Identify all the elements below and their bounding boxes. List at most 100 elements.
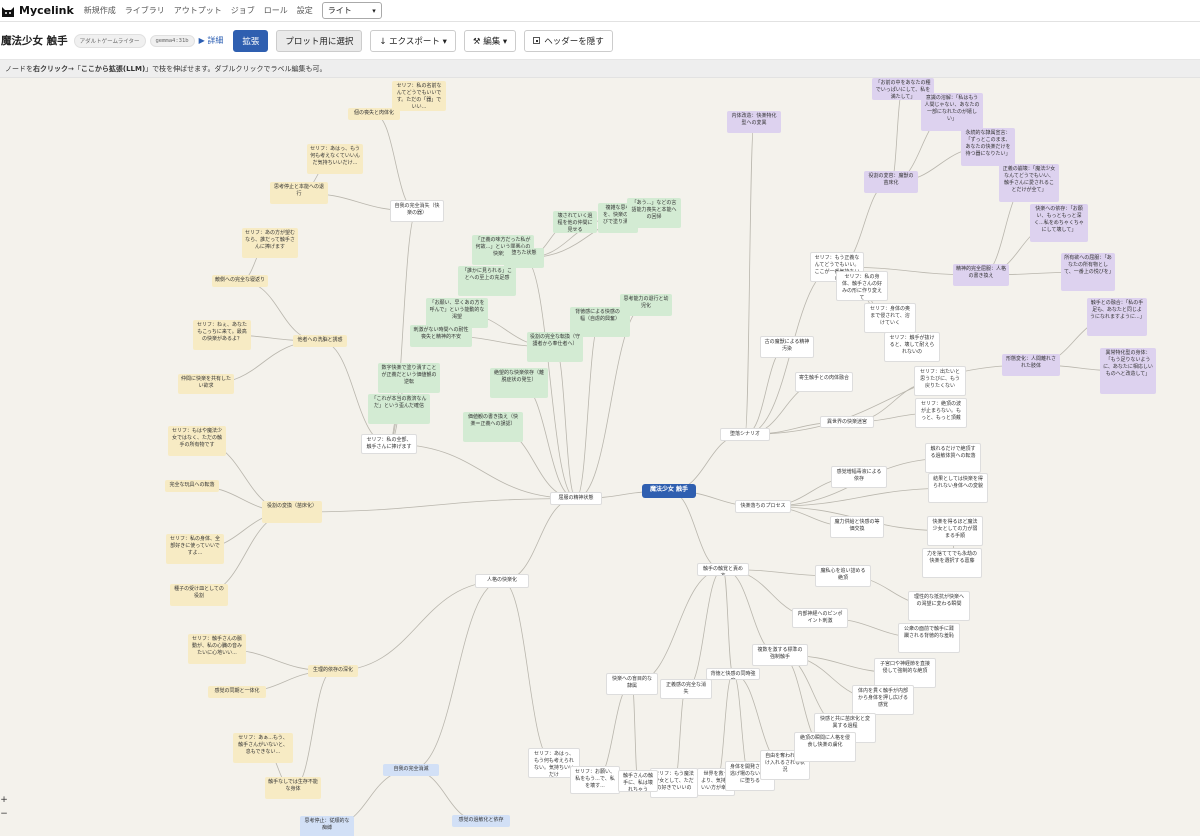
mindmap-node[interactable]: 永続的な隷属宣言：「ずっとこのまま、あなたの快楽だけを待つ器になりたい」 bbox=[961, 128, 1015, 166]
export-menu-button[interactable]: ↓ エクスポート ▾ bbox=[370, 29, 456, 52]
edit-menu-button[interactable]: ⚒ 編集 ▾ bbox=[463, 29, 517, 52]
mindmap-node[interactable]: セリフ：あはっ、もう何も考えなくていいんだ気持ちいいだけ... bbox=[307, 144, 363, 174]
role-badge: アダルトゲームライター bbox=[73, 33, 146, 48]
mindmap-node[interactable]: 快楽を得るほど魔法少女としての力が弱まる手順 bbox=[927, 516, 983, 546]
mindmap-node[interactable]: 快楽落ちのプロセス bbox=[735, 500, 791, 513]
mindmap-node[interactable]: 人格の快楽化 bbox=[475, 574, 529, 588]
mindmap-node[interactable]: 「これが本当の救済なんだ」という歪んだ確信 bbox=[368, 394, 430, 424]
nav-role[interactable]: ロール bbox=[264, 5, 288, 16]
mindmap-node[interactable]: 複数を激する標準の強制触手 bbox=[752, 644, 808, 666]
mindmap-node[interactable]: 子宮口や神経節を直接侵して強制的な絶頂 bbox=[874, 658, 936, 688]
zoom-in-button[interactable]: + bbox=[0, 794, 8, 806]
mindmap-node[interactable]: 体内を貫く触手が内部から身体を押し広げる感覚 bbox=[852, 685, 914, 715]
mindmap-node[interactable]: 異常特化型の身体：「もう足りないように、あなたに相応しいものへと改造して」 bbox=[1100, 348, 1156, 394]
mindmap-node[interactable]: セリフ：触手が抜けると、壊して耐えられないの bbox=[884, 332, 940, 362]
mindmap-node[interactable]: 生理的依存の深化 bbox=[308, 665, 358, 677]
zoom-out-button[interactable]: − bbox=[0, 808, 8, 820]
mindmap-node[interactable]: 快楽への依存：「お願い、もっともっと深く...私をめちゃくちゃにして壊して」 bbox=[1030, 204, 1088, 242]
mindmap-node[interactable]: セリフ：ねぇ、あなたもこっちに来て。最高の快楽があるよ？ bbox=[193, 320, 251, 350]
mindmap-node[interactable]: 堕ちた状態 bbox=[504, 248, 544, 268]
mindmap-node[interactable]: 種子の受け皿としての役割 bbox=[170, 584, 228, 606]
mindmap-node[interactable]: 刺激がない時間への耐性喪失と精神的不安 bbox=[410, 325, 472, 347]
mindmap-node[interactable]: セリフ：あの方が望むなら、誰だって触手さんに捧げます bbox=[242, 228, 298, 258]
mindmap-node[interactable]: 内体改造：快楽特化型への変異 bbox=[727, 111, 781, 133]
mindmap-node[interactable]: 意識の溶解：「私はもう人間じゃない、あなたの一部になれたのが嬉しい」 bbox=[921, 93, 983, 131]
mindmap-node[interactable]: セリフ：私の全部、触手さんに捧げます bbox=[361, 434, 417, 454]
theme-select[interactable]: ライト ▾ bbox=[321, 2, 382, 19]
mindmap-node[interactable]: 力を捨ててでも永劫の快楽を選択する葛藤 bbox=[922, 548, 982, 578]
mindmap-node[interactable]: 異世界の快楽迷宮 bbox=[820, 416, 874, 428]
mindmap-node[interactable]: 仲間に快楽を共有したい欲求 bbox=[178, 374, 234, 394]
mindmap-node[interactable]: 個の喪失と肉体化 bbox=[348, 108, 400, 120]
mindmap-node[interactable]: 正義の崩壊：「魔法少女なんてどうでもいい、触手さんに愛されることだけが全て」 bbox=[999, 164, 1059, 202]
mindmap-node[interactable]: 古の魔獣による精神汚染 bbox=[760, 336, 814, 358]
mindmap-node[interactable]: 絶望的な快楽依存（離脱症状の発生） bbox=[490, 368, 548, 398]
mindmap-node[interactable]: 役割の変容：魔獣の苗床化 bbox=[864, 171, 918, 193]
mindmap-node[interactable]: 思考能力の退行と幼児化 bbox=[620, 294, 672, 316]
details-toggle[interactable]: ▶ 詳細 bbox=[199, 35, 224, 46]
mindmap-node[interactable]: 背徳と快感の同時強度 bbox=[706, 668, 760, 680]
mindmap-node[interactable]: 内部神経へのピンポイント刺激 bbox=[792, 608, 848, 628]
mindmap-node[interactable]: セリフ：触手さんの脈動が、私の心臓の音みたいに心地いい... bbox=[188, 634, 246, 664]
mindmap-node[interactable]: セリフ：もはや魔法少女ではなく、ただの触手の所有物です bbox=[168, 426, 226, 456]
mindmap-node[interactable]: 数字快楽で塗り潰すことが正義だという価値観の逆転 bbox=[378, 363, 440, 393]
mindmap-node[interactable]: 堕落シナリオ bbox=[720, 428, 770, 441]
nav-settings[interactable]: 設定 bbox=[297, 5, 313, 16]
mindmap-node[interactable]: 触手さんの触手に、私は壊れちゃう bbox=[618, 770, 658, 792]
mindmap-node[interactable]: 結果としては快楽を得られない身体への変貌 bbox=[928, 473, 988, 503]
mindmap-node[interactable]: 魔力供給と快感の等価交換 bbox=[830, 516, 884, 538]
nav-output[interactable]: アウトプット bbox=[174, 5, 222, 16]
mindmap-node[interactable]: セリフ：私の身体、触手さんの好みの形に作り変えて bbox=[836, 271, 888, 301]
mindmap-node[interactable]: 公衆の面前で触手に蹂躙される背徳的な羞恥 bbox=[898, 623, 960, 653]
nav-job[interactable]: ジョブ bbox=[231, 5, 255, 16]
mindmap-node[interactable]: 感覚増幅毒液による依存 bbox=[831, 466, 887, 488]
cat-logo-icon[interactable] bbox=[1, 4, 15, 18]
mindmap-node[interactable]: 触手なしでは生存不能な身体 bbox=[265, 777, 321, 799]
nav-library[interactable]: ライブラリ bbox=[125, 5, 165, 16]
mindmap-canvas[interactable]: 魔法少女 触手屈服の精神状態触手の触覚と責め方 快楽落ちのプロセス人格の快楽化 堕落… bbox=[0, 78, 1200, 836]
edge-g11 bbox=[554, 346, 577, 499]
mindmap-node[interactable]: 思考停止と本能への退行 bbox=[270, 182, 328, 204]
mindmap-node[interactable]: 価値観の書き換え（快楽＝正義への誤認） bbox=[463, 412, 523, 442]
mindmap-node[interactable]: 役割の完全な転換（守護者から奉仕者へ） bbox=[527, 332, 583, 362]
mindmap-node[interactable]: セリフ：あぁ...もう、触手さんがいないと、息もできない... bbox=[233, 733, 293, 763]
nav-new[interactable]: 新規作成 bbox=[84, 5, 116, 16]
mindmap-node[interactable]: 快楽への盲目的な隷属 bbox=[606, 673, 658, 695]
mindmap-node[interactable]: 「誰かに見られる」ことへの至上の充足感 bbox=[458, 266, 516, 296]
mindmap-node[interactable]: 他者への洗脳と誘惑 bbox=[293, 335, 347, 347]
mindmap-node[interactable]: セリフ：絶頂の波が止まらない。もっと、もっと頂戴 bbox=[915, 398, 967, 428]
root-node[interactable]: 魔法少女 触手 bbox=[642, 484, 696, 498]
mindmap-node[interactable]: 理性的な抵抗が快楽への渇望に変わる瞬間 bbox=[908, 591, 970, 621]
mindmap-node[interactable]: 精神的完全屈服：人格の書き換え bbox=[953, 264, 1009, 286]
mindmap-node[interactable]: 自我の完全消失（快楽の器） bbox=[390, 200, 444, 222]
mindmap-node[interactable]: 「お願い、早くあの方を呼んで」という能動的な渇望 bbox=[426, 298, 488, 328]
mindmap-node[interactable]: 正義感の完全な消失 bbox=[660, 679, 712, 699]
mindmap-node[interactable]: 役割の変換（苗床化） bbox=[262, 501, 322, 523]
select-for-plot-button[interactable]: プロット用に選択 bbox=[276, 29, 363, 52]
mindmap-node[interactable]: 絶頂の瞬間に人格を侵食し快楽の虜化 bbox=[794, 732, 856, 762]
mindmap-node[interactable]: セリフ：私の身体、全部好きに使っていいですよ... bbox=[166, 534, 224, 564]
mindmap-node[interactable]: 所有欲への屈服：「あなたの所有物として、一番上の悦びを」 bbox=[1061, 253, 1115, 291]
mindmap-node[interactable]: 形態変化：人間離れされた肢体 bbox=[1002, 354, 1060, 376]
mindmap-node[interactable]: 魔私心を追い詰める絶頂 bbox=[815, 565, 871, 587]
mindmap-node[interactable]: 屈服の精神状態 bbox=[550, 492, 602, 505]
mindmap-node[interactable]: 敵側への完全な寝返り bbox=[212, 275, 268, 287]
expand-button[interactable]: 拡張 bbox=[233, 29, 269, 52]
mindmap-node[interactable]: 感覚の同期と一体化 bbox=[208, 686, 266, 698]
mindmap-node[interactable]: 感覚の過敏化と依存 bbox=[452, 815, 510, 827]
mindmap-node[interactable]: セリフ：出たいと思うたびに、もう戻りたくない bbox=[914, 366, 966, 396]
mindmap-node[interactable]: 寄生触手との肉体融合 bbox=[795, 372, 853, 392]
app-name[interactable]: Mycelink bbox=[19, 4, 74, 17]
mindmap-node[interactable]: 自我の完全消滅 bbox=[383, 764, 439, 776]
mindmap-node[interactable]: セリフ：私の名前なんてどうでもいいです。ただの「器」でいい... bbox=[392, 81, 446, 111]
mindmap-node[interactable]: セリフ：身体の奥まで侵されて、溶けていく bbox=[864, 303, 916, 333]
hide-header-button[interactable]: ヘッダーを隠す bbox=[524, 29, 613, 52]
mindmap-node[interactable]: 触れるだけで絶頂する過敏体質への転落 bbox=[925, 443, 981, 473]
mindmap-node[interactable]: セリフ：お願い、私をもう...で、私を壊す... bbox=[570, 766, 620, 794]
mindmap-node[interactable]: 壊されていく過程を他の仲間に見せる bbox=[553, 211, 597, 233]
mindmap-node[interactable]: 完全な玩具への転落 bbox=[165, 480, 219, 492]
mindmap-node[interactable]: 触手との融合：「私の手足も、あなたと同じようになれますように...」 bbox=[1087, 298, 1147, 336]
mindmap-node[interactable]: 「あう...」などの言語能力喪失と本能への回帰 bbox=[627, 198, 681, 228]
mindmap-node[interactable]: 触手の触覚と責め方 bbox=[697, 563, 749, 576]
mindmap-node[interactable]: 思考停止：従順的な痴縛 bbox=[300, 816, 354, 836]
